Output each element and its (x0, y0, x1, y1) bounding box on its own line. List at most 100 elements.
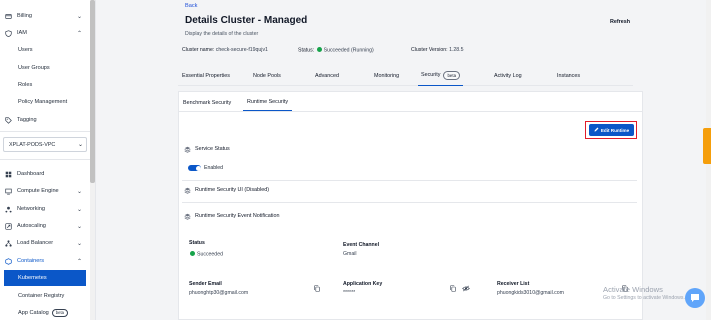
sender-email-value: phuonghtp30@gmail.com (189, 290, 249, 296)
feedback-side-tab[interactable] (703, 128, 711, 164)
sidebar-item-label: Container Registry (18, 293, 65, 299)
chevron-down-icon: ⌄ (77, 13, 83, 20)
status-value: Succeeded (Running) (323, 47, 374, 54)
service-status-toggle[interactable] (188, 165, 201, 171)
status-dot-icon (316, 47, 322, 52)
event-channel-label: Event Channel (343, 242, 380, 248)
sender-email-label: Sender Email (189, 281, 222, 287)
sidebar-item-label: Networking (17, 206, 45, 212)
copy-sender-email-icon[interactable] (314, 285, 320, 292)
back-link[interactable]: Back (185, 3, 197, 9)
subtab-runtime-security[interactable]: Runtime Security (243, 94, 293, 111)
shield-user-icon (5, 29, 12, 37)
status-label: Status: (298, 47, 315, 54)
sidebar-item-app-catalog[interactable]: App Catalog beta (0, 306, 90, 320)
tab-activity-log[interactable]: Activity Log (494, 65, 522, 86)
app-catalog-label: App Catalog (18, 310, 49, 316)
section-service-status: Service Status (184, 144, 230, 154)
billing-icon (5, 13, 12, 20)
edit-runtime-button[interactable]: Edit Runtime (589, 124, 634, 136)
load-balancer-icon (5, 239, 12, 247)
section-title: Runtime Security Event Notification (195, 213, 280, 219)
sidebar-item-tagging[interactable]: Tagging (0, 113, 90, 127)
tag-icon (5, 116, 12, 124)
divider (182, 202, 637, 203)
divider (0, 159, 90, 160)
watermark-subtitle: Go to Settings to activate Windows. (603, 295, 685, 301)
tab-node-pools[interactable]: Node Pools (253, 65, 281, 86)
tab-advanced[interactable]: Advanced (315, 65, 339, 86)
tab-essential-properties[interactable]: Essential Properties (182, 65, 230, 86)
tab-monitoring[interactable]: Monitoring (374, 65, 399, 86)
notification-status-text: Succeeded (197, 251, 223, 258)
dashboard-icon (5, 171, 12, 178)
sidebar-item-load-balancer[interactable]: Load Balancer ⌄ (0, 236, 90, 250)
toggle-knob (195, 165, 201, 171)
sidebar-item-compute-engine[interactable]: Compute Engine ⌄ (0, 184, 90, 198)
sidebar-item-dashboard[interactable]: Dashboard (0, 167, 90, 181)
sidebar-item-label: App Catalog beta (18, 309, 68, 317)
chat-support-icon[interactable] (685, 288, 705, 308)
sidebar-scrollbar[interactable] (90, 0, 95, 320)
tab-security[interactable]: Security beta (418, 65, 464, 86)
sidebar-item-label: Tagging (17, 117, 37, 123)
status-dot-icon (190, 251, 195, 256)
version-value: 1.28.5 (449, 47, 464, 53)
version-label: Cluster Version: (411, 47, 448, 53)
chevron-up-icon: ⌃ (77, 258, 83, 265)
sidebar-item-policy-management[interactable]: Policy Management (0, 95, 90, 109)
chevron-down-icon: ⌄ (77, 223, 83, 230)
page-title: Details Cluster - Managed (185, 15, 308, 26)
refresh-button[interactable]: Refresh (610, 19, 630, 25)
copy-application-key-icon[interactable] (450, 285, 456, 292)
content-panel (178, 91, 643, 320)
page-subtitle: Display the details of the cluster (185, 31, 259, 37)
chevron-up-icon: ⌃ (77, 30, 83, 37)
chevron-down-icon: ⌄ (77, 188, 83, 195)
sidebar-item-container-registry[interactable]: Container Registry (0, 289, 90, 303)
application-key-label: Application Key (343, 281, 383, 287)
receiver-list-label: Receiver List (497, 281, 530, 287)
container-icon (5, 257, 12, 265)
service-status-label: Enabled (204, 165, 224, 171)
pencil-icon (594, 127, 599, 134)
cluster-name-field: Cluster name: check-secure-f19qujv1 (182, 47, 268, 53)
tab-security-label: Security (421, 72, 441, 78)
sidebar-item-kubernetes[interactable]: Kubernetes (4, 270, 86, 286)
project-select[interactable]: XPLAT-PODS-VPC ⌄ (3, 137, 87, 152)
sidebar-item-label: Billing (17, 13, 32, 19)
tab-instances[interactable]: Instances (557, 65, 580, 86)
sidebar-item-containers[interactable]: Containers ⌃ (0, 254, 90, 268)
sidebar-item-users[interactable]: Users (0, 43, 90, 57)
sidebar-item-billing[interactable]: Billing ⌄ (0, 9, 90, 23)
autoscaling-icon (5, 222, 12, 230)
project-select-value: XPLAT-PODS-VPC (9, 141, 56, 148)
sidebar-scrollbar-thumb[interactable] (90, 0, 95, 183)
sidebar-item-label: Dashboard (17, 171, 45, 177)
sidebar-item-iam[interactable]: IAM ⌃ (0, 26, 90, 40)
sidebar-item-label: Compute Engine (17, 188, 59, 194)
sidebar: Billing ⌄ IAM ⌃ Users User Groups Roles … (0, 0, 96, 320)
sidebar-item-autoscaling[interactable]: Autoscaling ⌄ (0, 219, 90, 233)
eye-off-icon[interactable] (462, 285, 470, 292)
sidebar-item-label: User Groups (18, 65, 50, 71)
divider (178, 111, 643, 112)
event-channel-value: Gmail (343, 251, 357, 257)
layers-icon (184, 146, 191, 153)
windows-activation-watermark: Activate Windows Go to Settings to activ… (603, 285, 685, 301)
chevron-down-icon: ⌄ (77, 240, 83, 247)
notification-status-value: Succeeded (189, 251, 223, 258)
cluster-status-field: Status: Succeeded (Running) (298, 47, 374, 54)
network-icon (5, 206, 12, 213)
sidebar-item-roles[interactable]: Roles (0, 78, 90, 92)
subtab-benchmark-security[interactable]: Benchmark Security (183, 94, 231, 111)
tab-bar: Essential Properties Node Pools Advanced… (178, 65, 633, 86)
sidebar-item-networking[interactable]: Networking ⌄ (0, 202, 90, 216)
sidebar-item-label: Roles (18, 82, 33, 88)
sidebar-item-label: Policy Management (18, 99, 68, 105)
application-key-value: ****** (343, 290, 356, 296)
sidebar-item-user-groups[interactable]: User Groups (0, 61, 90, 75)
receiver-list-value: phuongkids3010@gmail.com (497, 290, 564, 296)
cluster-name-label: Cluster name: (182, 47, 215, 53)
chevron-down-icon: ⌄ (77, 206, 83, 213)
